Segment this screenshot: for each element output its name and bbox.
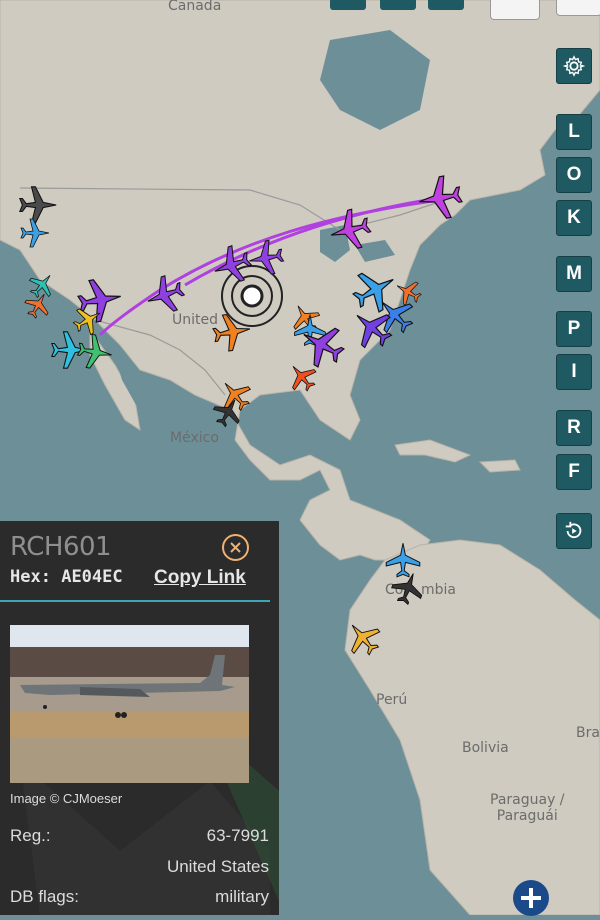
toolbar-button-i[interactable]: I xyxy=(556,354,592,390)
aircraft-marker[interactable] xyxy=(74,331,116,373)
aircraft-photo[interactable] xyxy=(10,625,249,783)
plus-icon xyxy=(521,888,541,908)
gear-icon xyxy=(563,55,585,77)
aircraft-marker[interactable] xyxy=(338,613,388,663)
callsign: RCH601 xyxy=(10,532,112,562)
aircraft-info-panel: RCH601 Hex: AE04EC Copy Link Image © CJM… xyxy=(0,521,279,915)
hex-line: Hex: AE04EC xyxy=(10,567,123,587)
toolbar-button-f[interactable]: F xyxy=(556,454,592,490)
close-panel-button[interactable] xyxy=(222,534,249,561)
top-button-1[interactable] xyxy=(330,0,366,10)
toolbar-button-m[interactable]: M xyxy=(556,256,592,292)
db-flags-label: DB flags: xyxy=(10,887,79,906)
aircraft-photo-image xyxy=(10,625,249,783)
top-button-3[interactable] xyxy=(428,0,464,10)
search-button[interactable] xyxy=(556,0,600,16)
aircraft-marker[interactable] xyxy=(210,310,254,354)
hex-label: Hex: xyxy=(10,567,51,587)
aircraft-marker[interactable] xyxy=(208,241,256,289)
db-flags-value: military xyxy=(215,887,269,906)
reg-value: 63-7991 xyxy=(206,826,269,845)
toolbar-button-r[interactable]: R xyxy=(556,410,592,446)
image-credit: Image © CJMoeser xyxy=(10,791,123,806)
add-button[interactable] xyxy=(513,880,549,916)
close-icon xyxy=(230,542,241,553)
toolbar-button-o[interactable]: O xyxy=(556,157,592,193)
settings-button[interactable] xyxy=(556,48,592,84)
toolbar-button-l[interactable]: L xyxy=(556,114,592,150)
top-button-2[interactable] xyxy=(380,0,416,10)
aircraft-marker[interactable] xyxy=(19,186,57,224)
reg-label: Reg.: xyxy=(10,826,51,845)
hex-value: AE04EC xyxy=(61,567,123,587)
panel-divider xyxy=(0,600,270,602)
replay-icon xyxy=(565,521,582,539)
country-value: United States xyxy=(166,857,269,876)
copy-link[interactable]: Copy Link xyxy=(154,567,246,589)
aircraft-marker[interactable] xyxy=(414,172,466,224)
aircraft-marker[interactable] xyxy=(292,315,352,375)
aircraft-marker[interactable] xyxy=(325,205,375,255)
aircraft-marker[interactable] xyxy=(141,271,189,319)
toolbar-button-p[interactable]: P xyxy=(556,311,592,347)
aircraft-marker[interactable] xyxy=(385,542,421,578)
toolbar-button-k[interactable]: K xyxy=(556,200,592,236)
aircraft-marker[interactable] xyxy=(20,218,50,248)
replay-button[interactable] xyxy=(556,513,592,549)
aircraft-marker[interactable] xyxy=(245,237,287,279)
layers-button[interactable] xyxy=(490,0,540,20)
